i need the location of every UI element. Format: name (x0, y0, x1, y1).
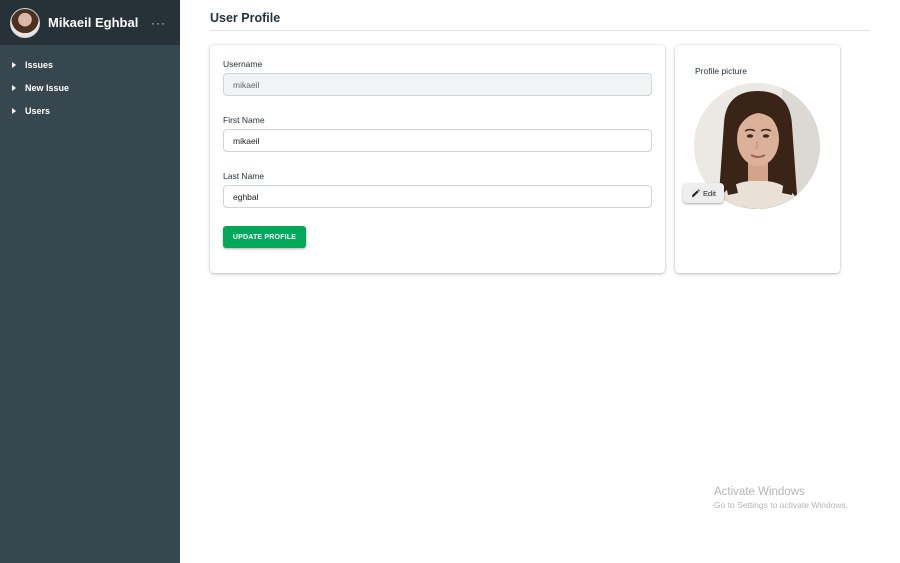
avatar[interactable] (10, 7, 40, 38)
profile-picture-card: Profile picture Edit (675, 45, 840, 273)
username-field[interactable]: mikaeil (223, 73, 652, 96)
profile-form-card: Username mikaeil First Name mikaeil Last… (210, 45, 665, 273)
last-name-field[interactable]: eghbal (223, 185, 652, 208)
sidebar-header: Mikaeil Eghbal ··· (0, 0, 180, 45)
username-value: mikaeil (233, 79, 260, 90)
more-horizontal-icon[interactable]: ··· (151, 16, 166, 30)
sidebar-item-label: Issues (25, 59, 54, 70)
activation-watermark: Activate Windows Go to Settings to activ… (714, 486, 848, 510)
caret-right-icon (12, 84, 16, 91)
sidebar-nav: Issues New Issue Users (0, 45, 180, 122)
page-title: User Profile (210, 11, 281, 25)
last-name-label: Last Name (223, 171, 265, 181)
sidebar-item-users[interactable]: Users (0, 99, 180, 122)
first-name-field[interactable]: mikaeil (223, 129, 652, 152)
sidebar-item-issues[interactable]: Issues (0, 53, 180, 76)
first-name-value: mikaeil (233, 135, 260, 146)
caret-right-icon (12, 107, 16, 114)
watermark-subtitle: Go to Settings to activate Windows. (714, 500, 849, 510)
caret-right-icon (12, 61, 16, 68)
app-root: Mikaeil Eghbal ··· Issues New Issue User… (0, 0, 900, 563)
pencil-icon (691, 188, 700, 197)
sidebar-item-label: Users (25, 105, 51, 116)
first-name-label: First Name (223, 115, 265, 125)
sidebar-user-name: Mikaeil Eghbal (48, 15, 139, 30)
sidebar: Mikaeil Eghbal ··· Issues New Issue User… (0, 0, 180, 563)
username-label: Username (223, 59, 263, 69)
update-profile-button[interactable]: UPDATE PROFILE (223, 226, 306, 248)
profile-picture-label: Profile picture (695, 66, 747, 76)
last-name-value: eghbal (233, 191, 259, 202)
edit-picture-button[interactable]: Edit (683, 183, 724, 203)
title-divider (210, 30, 870, 31)
sidebar-item-label: New Issue (25, 82, 70, 93)
edit-label: Edit (703, 188, 716, 198)
sidebar-item-new-issue[interactable]: New Issue (0, 76, 180, 99)
watermark-title: Activate Windows (714, 486, 805, 498)
